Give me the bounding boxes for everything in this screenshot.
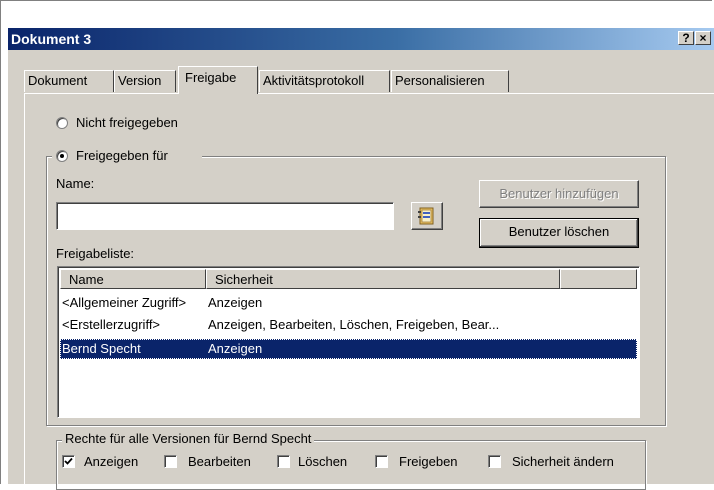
table-row[interactable]: <Erstellerzugriff> Anzeigen, Bearbeiten,… — [60, 315, 637, 335]
share-list-header: Name Sicherheit — [60, 269, 637, 289]
row-security: Anzeigen — [208, 341, 263, 356]
right-anzeigen-label: Anzeigen — [84, 454, 139, 469]
window-title: Dokument 3 — [11, 31, 92, 47]
address-book-icon — [418, 207, 434, 225]
checkmark-icon — [64, 457, 73, 465]
row-security: Anzeigen, Bearbeiten, Löschen, Freigeben… — [208, 317, 500, 332]
remove-user-button-label: Benutzer löschen — [508, 224, 610, 239]
help-button[interactable]: ? — [678, 31, 694, 45]
right-sicherheit-aendern-checkbox[interactable] — [488, 455, 501, 468]
rights-group-title: Rechte für alle Versionen für Bernd Spec… — [62, 431, 315, 446]
column-header-label: Sicherheit — [215, 272, 273, 287]
window-title-bar[interactable]: Dokument 3 — [8, 28, 714, 50]
close-button[interactable]: × — [695, 31, 711, 45]
address-book-button[interactable] — [411, 202, 443, 230]
column-header-label: Name — [69, 272, 104, 287]
tab-label: Version — [118, 73, 162, 88]
row-name: <Erstellerzugriff> — [62, 317, 161, 332]
radio-selected-dot — [60, 154, 64, 158]
row-security: Anzeigen — [208, 295, 263, 310]
close-icon: × — [699, 31, 707, 45]
share-list[interactable]: Name Sicherheit <Allgemeiner Zugriff> An… — [57, 266, 640, 418]
add-user-button[interactable]: Benutzer hinzufügen — [479, 180, 639, 208]
tab-label: Dokument — [28, 73, 88, 88]
shared-for-label: Freigegeben für — [76, 148, 168, 163]
right-anzeigen-checkbox[interactable] — [62, 455, 75, 468]
row-name: <Allgemeiner Zugriff> — [62, 295, 187, 310]
tab-version[interactable]: Version — [114, 70, 176, 92]
column-header-empty — [560, 269, 637, 289]
right-bearbeiten-checkbox[interactable] — [164, 455, 177, 468]
column-header-security[interactable]: Sicherheit — [206, 269, 560, 289]
add-user-button-label: Benutzer hinzufügen — [499, 186, 619, 201]
tab-label: Freigabe — [185, 70, 237, 85]
name-label: Name: — [56, 176, 95, 191]
not-shared-label: Nicht freigegeben — [76, 115, 178, 130]
right-loeschen-label: Löschen — [298, 454, 348, 469]
table-row[interactable]: <Allgemeiner Zugriff> Anzeigen — [60, 293, 637, 313]
name-input[interactable] — [56, 202, 394, 230]
shared-for-radio[interactable] — [56, 150, 68, 162]
tab-freigabe[interactable]: Freigabe — [178, 66, 258, 94]
tab-personalisieren[interactable]: Personalisieren — [391, 70, 509, 92]
column-header-name[interactable]: Name — [60, 269, 206, 289]
right-freigeben-label: Freigeben — [399, 454, 458, 469]
help-icon: ? — [682, 31, 690, 45]
right-sicherheit-aendern-label: Sicherheit ändern — [512, 454, 614, 469]
right-freigeben-checkbox[interactable] — [375, 455, 388, 468]
right-bearbeiten-label: Bearbeiten — [188, 454, 251, 469]
row-name: Bernd Specht — [62, 341, 141, 356]
tab-label: Personalisieren — [395, 73, 485, 88]
share-list-label: Freigabeliste: — [56, 246, 135, 261]
remove-user-button[interactable]: Benutzer löschen — [479, 218, 639, 248]
tab-label: Aktivitätsprotokoll — [263, 73, 365, 88]
right-loeschen-checkbox[interactable] — [277, 455, 290, 468]
tab-dokument[interactable]: Dokument — [24, 70, 114, 92]
not-shared-radio[interactable] — [56, 117, 68, 129]
table-row-selected[interactable]: Bernd Specht Anzeigen — [60, 339, 637, 359]
tab-aktivitaetsprotokoll[interactable]: Aktivitätsprotokoll — [259, 70, 390, 92]
